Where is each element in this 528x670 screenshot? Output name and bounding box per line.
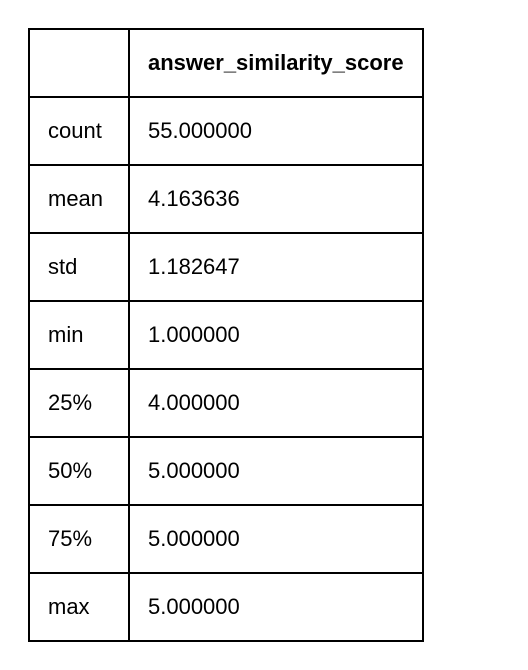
row-value-50pct: 5.000000 [129, 437, 423, 505]
row-value-max: 5.000000 [129, 573, 423, 641]
row-value-min: 1.000000 [129, 301, 423, 369]
table-row: min 1.000000 [29, 301, 423, 369]
row-label-min: min [29, 301, 129, 369]
row-value-75pct: 5.000000 [129, 505, 423, 573]
row-label-max: max [29, 573, 129, 641]
header-column: answer_similarity_score [129, 29, 423, 97]
row-label-50pct: 50% [29, 437, 129, 505]
table-row: std 1.182647 [29, 233, 423, 301]
row-value-25pct: 4.000000 [129, 369, 423, 437]
table-row: 75% 5.000000 [29, 505, 423, 573]
table-row: 25% 4.000000 [29, 369, 423, 437]
table-row: 50% 5.000000 [29, 437, 423, 505]
row-label-25pct: 25% [29, 369, 129, 437]
row-value-mean: 4.163636 [129, 165, 423, 233]
row-label-count: count [29, 97, 129, 165]
row-label-mean: mean [29, 165, 129, 233]
table-row: max 5.000000 [29, 573, 423, 641]
row-value-std: 1.182647 [129, 233, 423, 301]
stats-table: answer_similarity_score count 55.000000 … [28, 28, 424, 642]
header-empty [29, 29, 129, 97]
row-value-count: 55.000000 [129, 97, 423, 165]
table-row: mean 4.163636 [29, 165, 423, 233]
row-label-std: std [29, 233, 129, 301]
row-label-75pct: 75% [29, 505, 129, 573]
table-row: count 55.000000 [29, 97, 423, 165]
table-header-row: answer_similarity_score [29, 29, 423, 97]
